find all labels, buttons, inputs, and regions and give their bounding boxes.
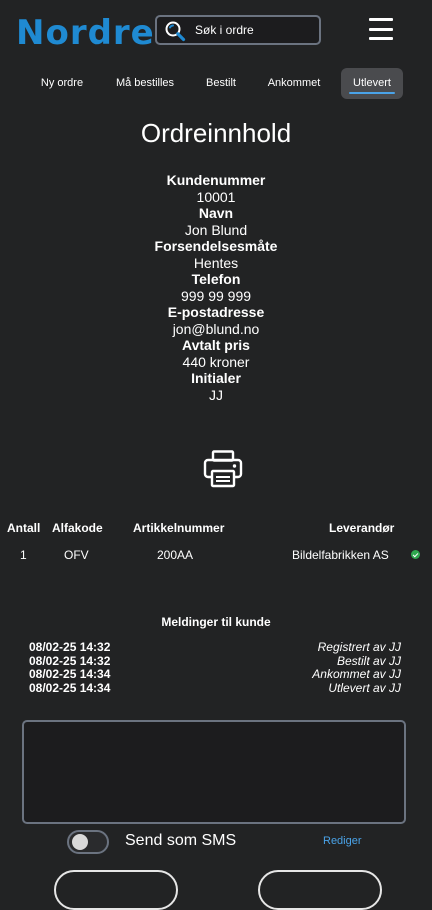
tab-ankommet[interactable]: Ankommet — [260, 68, 328, 99]
logo-text: Nordre — [16, 13, 155, 53]
tab-label: Ankommet — [267, 77, 321, 89]
messages-title: Meldinger til kunde — [161, 615, 271, 629]
customer-number-label: Kundenummer — [166, 172, 266, 188]
tab-utlevert[interactable]: Utlevert — [341, 68, 403, 99]
cell-article-number: 200AA — [157, 548, 194, 562]
list-item: 08/02-25 14:34 Ankommet av JJ — [29, 668, 401, 682]
initials-value: JJ — [209, 386, 223, 403]
message-timestamp: 08/02-25 14:32 — [29, 640, 111, 654]
list-item: 08/02-25 14:32 Bestilt av JJ — [29, 653, 401, 669]
tab-label: Utlevert — [353, 77, 391, 89]
check-circle-icon — [411, 550, 420, 559]
sms-toggle[interactable] — [67, 830, 109, 854]
name-value: Jon Blund — [184, 221, 248, 238]
message-text: Registrert av JJ — [317, 640, 401, 654]
cell-supplier: Bildelfabrikken AS — [292, 548, 389, 562]
message-timestamp: 08/02-25 14:34 — [29, 667, 111, 682]
sms-label: Send som SMS — [125, 832, 237, 849]
top-bar: Nordre — [0, 0, 432, 64]
shipping-label: Forsendelsesmåte — [154, 238, 278, 254]
column-header-alfakode: Alfakode — [52, 521, 103, 535]
price-label: Avtalt pris — [182, 337, 250, 353]
email-value: jon@blund.no — [172, 320, 260, 337]
menu-bar — [369, 37, 393, 40]
message-textarea[interactable] — [22, 720, 406, 824]
status-tabs: Ny ordre Må bestilles Bestilt Ankommet U… — [0, 68, 432, 100]
message-timestamp: 08/02-25 14:34 — [29, 680, 111, 695]
order-info: Kundenummer 10001 Navn Jon Blund Forsend… — [0, 172, 432, 403]
column-header-quantity: Antall — [7, 521, 41, 535]
email-label: E-postadresse — [167, 304, 265, 320]
list-item: 08/02-25 14:32 Registrert av JJ — [29, 640, 401, 655]
tab-ny-ordre[interactable]: Ny ordre — [30, 68, 94, 99]
tab-label: Må bestilles — [115, 77, 175, 89]
hamburger-menu-icon[interactable] — [369, 18, 393, 40]
search-icon — [165, 21, 186, 42]
active-tab-indicator — [349, 92, 395, 94]
logo[interactable]: Nordre — [16, 8, 155, 58]
page-title: Ordreinnhold — [140, 118, 292, 148]
customer-number-value: 10001 — [196, 188, 236, 205]
list-item: 08/02-25 14:34 Utlevert av JJ — [29, 680, 401, 696]
cell-quantity: 1 — [20, 548, 27, 562]
toggle-knob — [72, 834, 88, 850]
menu-bar — [369, 27, 393, 31]
message-text: Ankommet av JJ — [312, 667, 401, 682]
column-header-supplier: Leverandør — [329, 521, 395, 535]
cell-alfakode: OFV — [64, 548, 89, 562]
message-text: Bestilt av JJ — [336, 653, 401, 668]
search-box[interactable] — [155, 15, 321, 45]
printer-icon[interactable] — [203, 450, 243, 488]
tab-bestilt[interactable]: Bestilt — [196, 68, 246, 99]
tab-label: Ny ordre — [40, 77, 84, 89]
edit-link[interactable]: Rediger — [323, 835, 362, 847]
price-value: 440 kroner — [182, 353, 250, 370]
shipping-value: Hentes — [193, 254, 239, 271]
menu-bar — [369, 18, 393, 21]
phone-label: Telefon — [191, 271, 241, 287]
bottom-right-button[interactable] — [258, 870, 382, 910]
column-header-article-number: Artikkelnummer — [133, 521, 225, 535]
bottom-left-button[interactable] — [54, 870, 178, 910]
phone-value: 999 99 999 — [180, 287, 252, 304]
name-label: Navn — [198, 205, 234, 221]
message-text: Utlevert av JJ — [328, 680, 401, 695]
tab-label: Bestilt — [206, 77, 236, 89]
search-input[interactable] — [195, 17, 315, 43]
tab-ma-bestilles[interactable]: Må bestilles — [108, 68, 182, 99]
message-log: 08/02-25 14:32 Registrert av JJ 08/02-25… — [29, 640, 401, 696]
initials-label: Initialer — [191, 370, 241, 386]
message-timestamp: 08/02-25 14:32 — [29, 653, 111, 668]
